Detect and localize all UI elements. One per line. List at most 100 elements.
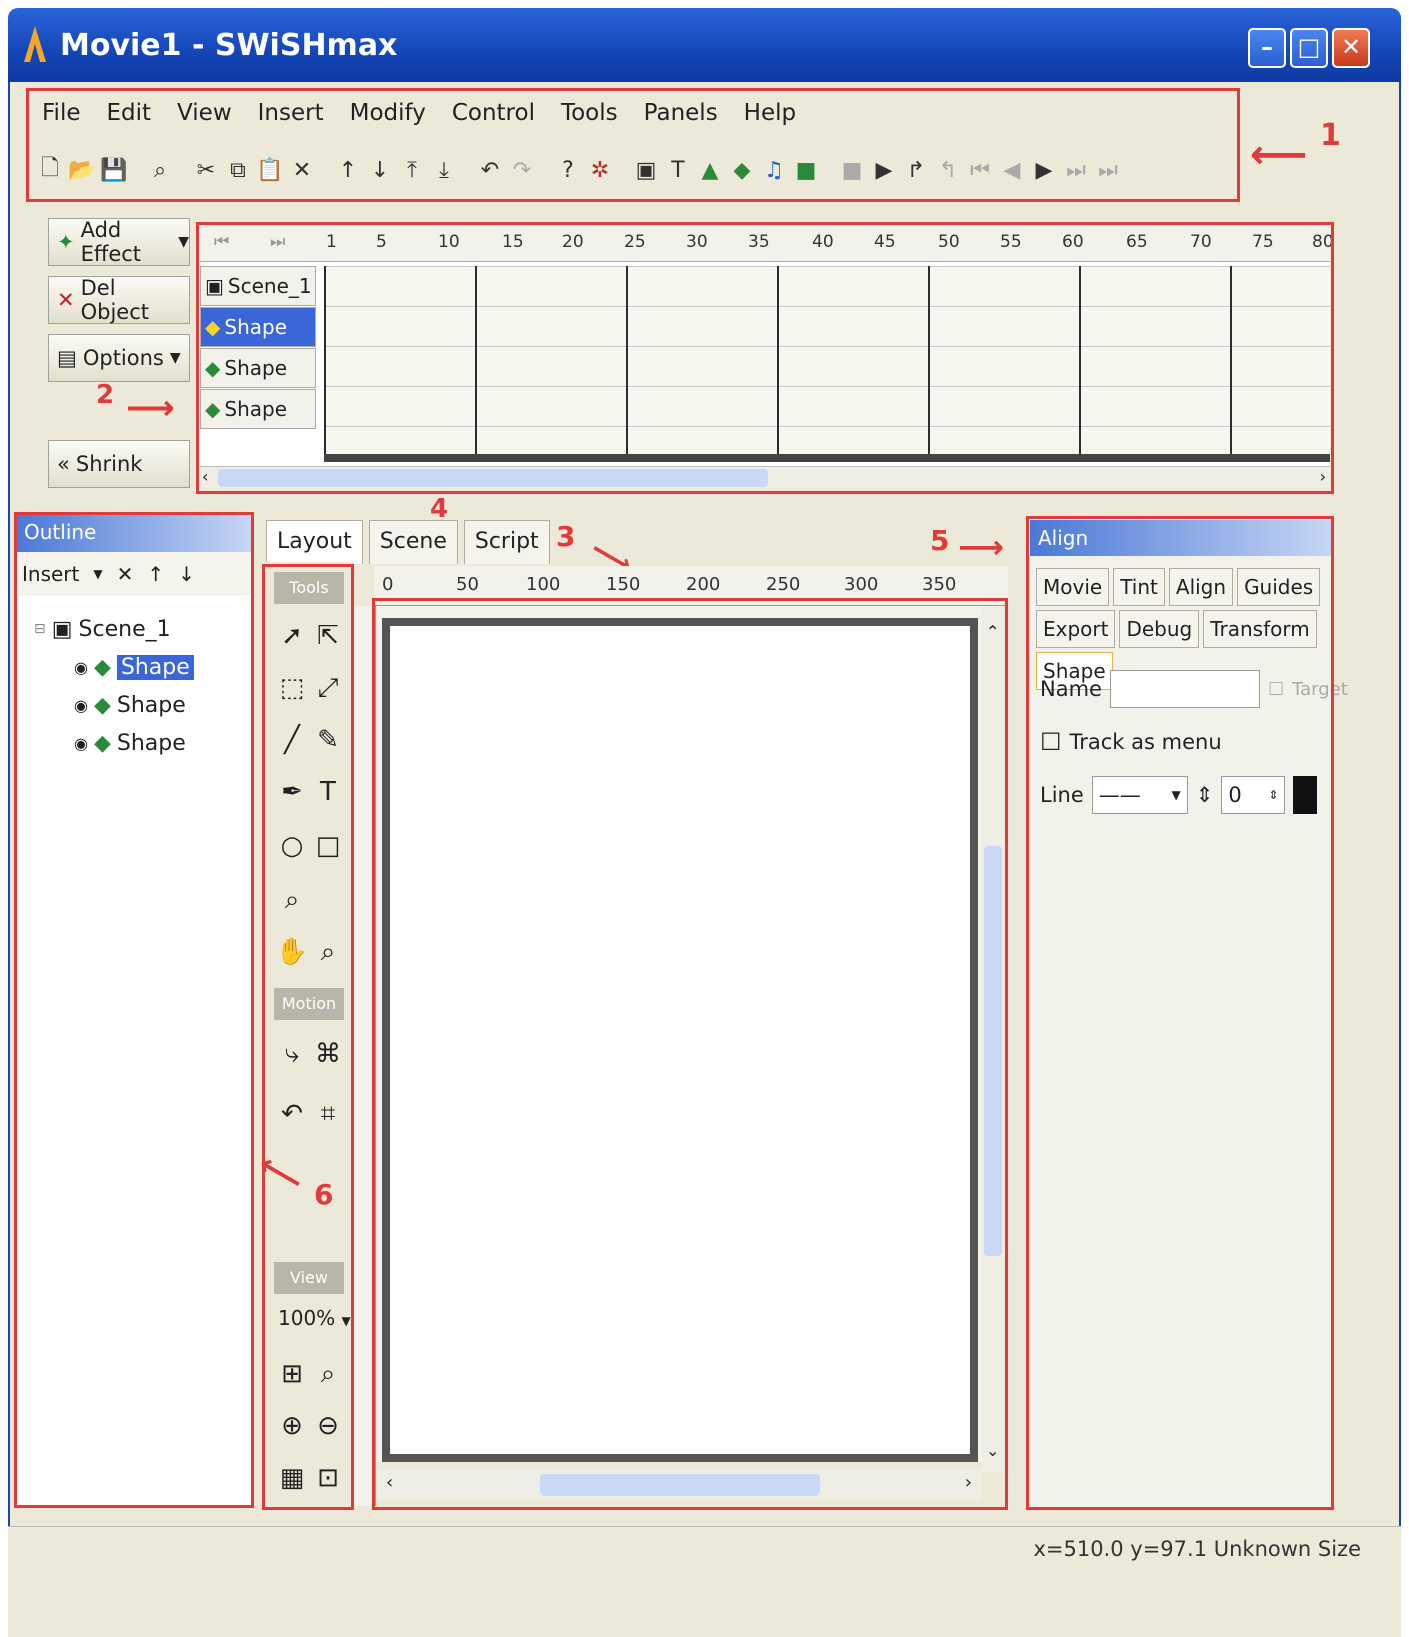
menu-file[interactable]: File xyxy=(40,100,83,134)
stage-horizontal-scrollbar[interactable]: ‹ › xyxy=(376,1470,982,1500)
stage-vertical-scroll-thumb[interactable] xyxy=(984,846,1002,1256)
open-icon[interactable]: 📂 xyxy=(68,154,96,186)
paste-icon[interactable]: 📋 xyxy=(256,154,284,186)
scroll-left-icon[interactable]: ‹ xyxy=(202,467,208,486)
tab-transform[interactable]: Transform xyxy=(1203,610,1317,648)
motion-path-icon[interactable]: ⤷ xyxy=(274,1032,310,1076)
tab-export[interactable]: Export xyxy=(1036,610,1116,648)
stage-vertical-scrollbar[interactable]: ⌃ ⌄ xyxy=(982,606,1004,1472)
snap-icon[interactable]: ⊡ xyxy=(310,1456,346,1500)
timeline-layer-shape[interactable]: ◆ Shape xyxy=(200,389,316,429)
help-icon[interactable]: ? xyxy=(554,154,582,186)
rewind-icon[interactable]: ↰ xyxy=(934,154,962,186)
move-down-icon[interactable]: ↓ xyxy=(366,154,394,186)
delete-icon[interactable]: ✕ xyxy=(117,562,134,586)
line-style-select[interactable]: —— ▼ xyxy=(1091,776,1188,814)
zoom-in-icon[interactable]: ⊕ xyxy=(274,1404,310,1448)
del-object-button[interactable]: ✕ Del Object xyxy=(48,276,190,324)
play-timeline-icon[interactable]: ↱ xyxy=(902,154,930,186)
stage-horizontal-scroll-thumb[interactable] xyxy=(540,1474,820,1496)
line-width-input[interactable]: 0 ⇕ xyxy=(1221,776,1286,814)
save-icon[interactable]: 💾 xyxy=(100,154,128,186)
reshape-tool-icon[interactable]: ⬚ xyxy=(274,666,310,710)
insert-image-icon[interactable]: ▲ xyxy=(696,154,724,186)
text-tool-icon[interactable]: T xyxy=(310,770,346,814)
menu-help[interactable]: Help xyxy=(742,100,798,134)
cut-icon[interactable]: ✂ xyxy=(192,154,220,186)
tree-item-scene[interactable]: ⊟ ▣ Scene_1 xyxy=(34,610,252,648)
move-up-icon[interactable]: ↑ xyxy=(147,562,164,586)
timeline-layer-shape[interactable]: ◆ Shape xyxy=(200,348,316,388)
scroll-up-icon[interactable]: ⌃ xyxy=(986,622,999,641)
target-checkbox[interactable]: ☐ xyxy=(1268,679,1284,700)
step-forward-icon[interactable]: ◀ xyxy=(998,154,1026,186)
scroll-right-icon[interactable]: › xyxy=(965,1472,972,1493)
grid-icon[interactable]: ▦ xyxy=(274,1456,310,1500)
timeline-scrollbar[interactable]: ‹ › xyxy=(200,466,1330,488)
timeline-first-button[interactable]: ⏮ xyxy=(214,232,229,252)
shrink-button[interactable]: « Shrink xyxy=(48,440,190,488)
redo-icon[interactable]: ↷ xyxy=(508,154,536,186)
transform-tool-icon[interactable]: ⤢ xyxy=(310,666,346,710)
scroll-right-icon[interactable]: › xyxy=(1320,467,1326,486)
motion-scale-icon[interactable]: ⌗ xyxy=(310,1092,346,1136)
menu-panels[interactable]: Panels xyxy=(642,100,720,134)
end-icon[interactable]: ⏭ xyxy=(1094,154,1122,186)
timeline-scroll-thumb[interactable] xyxy=(218,469,768,487)
menu-modify[interactable]: Modify xyxy=(348,100,428,134)
timeline-layer-shape-selected[interactable]: ◆ Shape xyxy=(200,307,316,347)
ellipse-tool-icon[interactable]: ○ xyxy=(274,824,310,868)
pencil-tool-icon[interactable]: ✎ xyxy=(310,718,346,762)
tab-movie[interactable]: Movie xyxy=(1036,568,1110,606)
motion-curve-icon[interactable]: ↶ xyxy=(274,1092,310,1136)
step-back-icon[interactable]: ⏮ xyxy=(966,154,994,186)
zoom-fit-icon[interactable]: ⌕ xyxy=(310,1352,346,1396)
zoom-tool-icon[interactable]: ⌕ xyxy=(274,878,310,922)
tab-script[interactable]: Script xyxy=(463,520,550,564)
tab-debug[interactable]: Debug xyxy=(1119,610,1200,648)
insert-button-icon[interactable]: ■ xyxy=(792,154,820,186)
tab-align[interactable]: Align xyxy=(1168,568,1234,606)
timeline-frame-grid[interactable] xyxy=(324,266,1330,462)
insert-content-icon[interactable]: ♫ xyxy=(760,154,788,186)
find-icon[interactable]: ⌕ xyxy=(146,154,174,186)
magnify-tool-icon[interactable]: ⌕ xyxy=(310,930,346,974)
line-tool-icon[interactable]: ╱ xyxy=(274,718,310,762)
bring-front-icon[interactable]: ⤒ xyxy=(398,154,426,186)
copy-icon[interactable]: ⧉ xyxy=(224,154,252,186)
hand-tool-icon[interactable]: ✋ xyxy=(274,930,310,974)
menu-view[interactable]: View xyxy=(175,100,234,134)
scroll-down-icon[interactable]: ⌄ xyxy=(986,1441,999,1460)
zoom-level[interactable]: 100% ▼ xyxy=(278,1306,351,1330)
timeline-next-button[interactable]: ⏭ xyxy=(270,232,285,252)
tab-guides[interactable]: Guides xyxy=(1237,568,1321,606)
insert-scene-icon[interactable]: ▣ xyxy=(632,154,660,186)
close-button[interactable]: ✕ xyxy=(1332,28,1370,68)
play-effect-icon[interactable]: ▶ xyxy=(1030,154,1058,186)
last-frame-icon[interactable]: ⏭ xyxy=(1062,154,1090,186)
tab-tint[interactable]: Tint xyxy=(1113,568,1165,606)
menu-tools[interactable]: Tools xyxy=(559,100,620,134)
move-down-icon[interactable]: ↓ xyxy=(178,562,195,586)
menu-control[interactable]: Control xyxy=(450,100,537,134)
options-button[interactable]: ▤ Options ▼ xyxy=(48,334,190,382)
insert-sprite-icon[interactable]: ◆ xyxy=(728,154,756,186)
insert-dropdown[interactable]: Insert xyxy=(22,562,79,586)
send-back-icon[interactable]: ⤓ xyxy=(430,154,458,186)
tab-scene[interactable]: Scene xyxy=(368,520,458,564)
scroll-left-icon[interactable]: ‹ xyxy=(386,1472,393,1493)
menu-edit[interactable]: Edit xyxy=(105,100,154,134)
select-tool-icon[interactable]: ➚ xyxy=(274,614,310,658)
rectangle-tool-icon[interactable]: □ xyxy=(310,824,346,868)
tab-layout[interactable]: Layout xyxy=(266,520,363,564)
fit-view-icon[interactable]: ⊞ xyxy=(274,1352,310,1396)
line-color-swatch[interactable] xyxy=(1293,776,1318,814)
maximize-button[interactable]: □ xyxy=(1290,28,1328,68)
stage-canvas[interactable] xyxy=(382,618,978,1462)
zoom-out-icon[interactable]: ⊖ xyxy=(310,1404,346,1448)
name-input[interactable] xyxy=(1109,670,1260,708)
timeline-layer-scene[interactable]: ▣ Scene_1 xyxy=(200,266,316,306)
motion-node-icon[interactable]: ⌘ xyxy=(310,1032,346,1076)
tree-item-shape[interactable]: ◉ ◆ Shape xyxy=(34,686,252,724)
minimize-button[interactable]: – xyxy=(1248,28,1286,68)
